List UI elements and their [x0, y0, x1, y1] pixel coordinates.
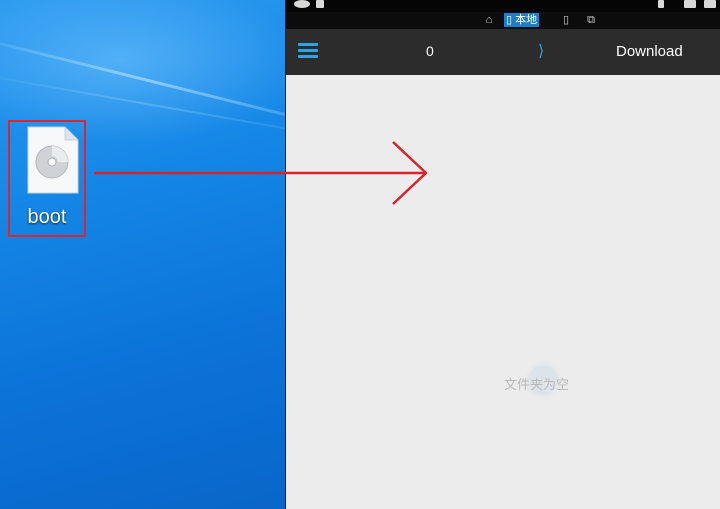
file-name-label: boot: [27, 206, 67, 228]
tablet-icon[interactable]: ▯: [560, 13, 572, 27]
battery-icon: [684, 0, 696, 8]
phone-icon: ▯: [506, 14, 513, 26]
hamburger-menu-icon[interactable]: [298, 43, 318, 59]
bluetooth-icon: [658, 0, 664, 8]
tab-local-storage[interactable]: ▯ 本地: [504, 13, 540, 27]
network-devices-icon[interactable]: ⧉: [584, 13, 598, 27]
sd-card-icon: [316, 0, 324, 8]
tab-local-storage-label: 本地: [515, 14, 538, 26]
home-icon[interactable]: ⌂: [482, 13, 496, 27]
boot-file-desktop-icon[interactable]: boot: [8, 120, 86, 237]
breadcrumb-current-folder[interactable]: Download: [616, 43, 683, 60]
android-file-manager-window: ⌂ ▯ 本地 ▯ ⧉ 0 ⟩ Download 文件夹为空: [285, 0, 720, 509]
signal-icon: [704, 0, 716, 8]
file-list-area[interactable]: [286, 75, 720, 509]
windows-desktop: boot: [0, 0, 286, 509]
item-count: 0: [426, 43, 434, 59]
disc-image-file-icon: [27, 126, 79, 194]
empty-folder-message: 文件夹为空: [504, 377, 570, 392]
app-icon: [294, 0, 310, 8]
toolbar: 0 ⟩ Download: [286, 29, 720, 75]
storage-location-bar: ⌂ ▯ 本地 ▯ ⧉: [286, 12, 720, 29]
wallpaper-light-beam: [0, 32, 286, 127]
status-bar: [286, 0, 720, 12]
breadcrumb-separator-icon: ⟩: [538, 43, 545, 60]
